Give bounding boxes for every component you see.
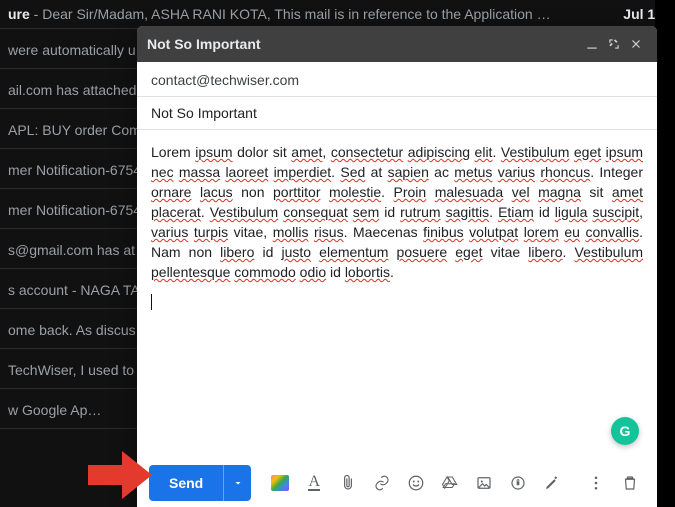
close-icon[interactable]	[625, 33, 647, 55]
text-cursor	[151, 294, 152, 310]
body-textarea[interactable]: Lorem ipsum dolor sit amet, consectetur …	[137, 130, 657, 459]
to-field[interactable]: contact@techwiser.com	[137, 62, 657, 97]
compose-header[interactable]: Not So Important	[137, 26, 657, 62]
subject-field[interactable]: Not So Important	[137, 97, 657, 130]
grammarly-badge[interactable]: G	[611, 417, 639, 445]
image-icon[interactable]	[469, 468, 499, 498]
maximize-icon[interactable]	[603, 33, 625, 55]
confidential-icon[interactable]	[503, 468, 533, 498]
minimize-icon[interactable]	[581, 33, 603, 55]
send-button[interactable]: Send	[149, 465, 223, 501]
chevron-down-icon	[232, 477, 244, 489]
send-group: Send	[149, 465, 251, 501]
more-options-icon[interactable]	[581, 468, 611, 498]
compose-title: Not So Important	[147, 36, 581, 52]
link-icon[interactable]	[367, 468, 397, 498]
attach-icon[interactable]	[333, 468, 363, 498]
inbox-row[interactable]: ure - Dear Sir/Madam, ASHA RANI KOTA, Th…	[0, 0, 675, 29]
right-blackbar	[655, 0, 675, 507]
body-text[interactable]: Lorem ipsum dolor sit amet, consectetur …	[151, 142, 643, 282]
pen-icon[interactable]	[537, 468, 567, 498]
discard-icon[interactable]	[615, 468, 645, 498]
send-options-button[interactable]	[223, 465, 251, 501]
compose-window: Not So Important contact@techwiser.com N…	[137, 26, 657, 507]
compose-toolbar: Send A	[137, 459, 657, 507]
emoji-icon[interactable]	[401, 468, 431, 498]
drive-icon[interactable]	[435, 468, 465, 498]
formatting-font-icon[interactable]	[265, 468, 295, 498]
text-format-icon[interactable]: A	[299, 468, 329, 498]
